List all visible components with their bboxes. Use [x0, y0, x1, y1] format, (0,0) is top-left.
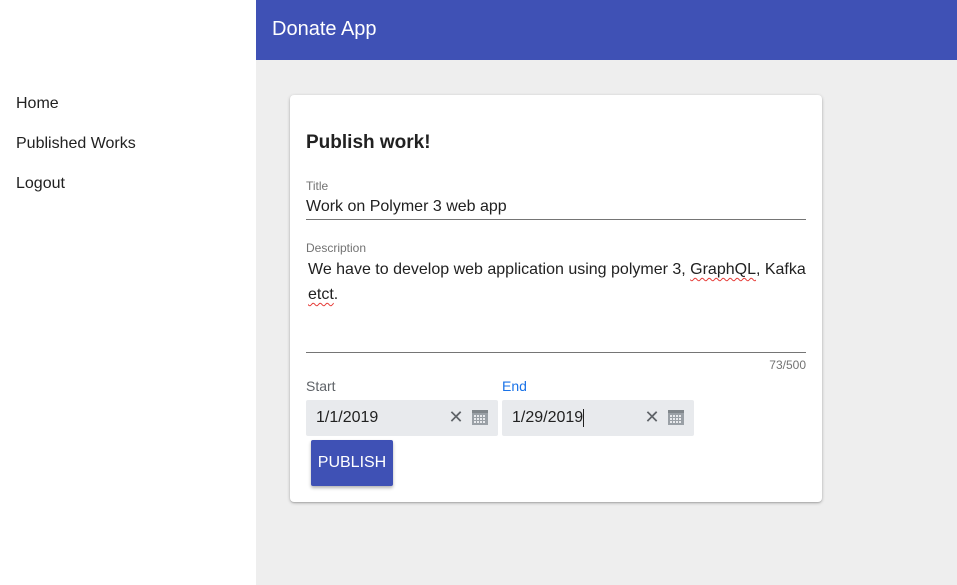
nav-item-home[interactable]: Home [16, 94, 59, 114]
card-heading: Publish work! [306, 132, 431, 153]
publish-card: Publish work! Title Description We have … [290, 95, 822, 502]
start-date-value: 1/1/2019 [316, 409, 379, 426]
description-line-1: We have to develop web application using… [308, 261, 806, 278]
char-counter: 73/500 [769, 358, 806, 372]
start-calendar-icon[interactable] [472, 409, 488, 425]
nav-item-logout[interactable]: Logout [16, 174, 65, 194]
end-clear-icon[interactable]: ✕ [643, 407, 661, 427]
app-header: Donate App [256, 0, 957, 60]
app-title: Donate App [272, 18, 377, 40]
start-clear-icon[interactable]: ✕ [447, 407, 465, 427]
main-content: Publish work! Title Description We have … [256, 60, 957, 585]
description-line-2: etct. [308, 286, 339, 303]
publish-button[interactable]: PUBLISH [311, 440, 393, 486]
nav-item-published-works[interactable]: Published Works [16, 134, 136, 154]
start-date-input[interactable]: 1/1/2019 ✕ [306, 400, 498, 436]
nav-drawer: Home Published Works Logout [0, 0, 256, 585]
title-input[interactable] [306, 195, 806, 220]
title-label: Title [306, 179, 329, 193]
description-label: Description [306, 241, 367, 255]
end-date-input[interactable]: 1/29/2019 ✕ [502, 400, 694, 436]
end-calendar-icon[interactable] [668, 409, 684, 425]
end-date-label: End [502, 378, 527, 394]
end-date-value: 1/29/2019 [512, 409, 585, 427]
start-date-label: Start [306, 378, 336, 394]
description-textarea[interactable]: We have to develop web application using… [306, 257, 806, 353]
